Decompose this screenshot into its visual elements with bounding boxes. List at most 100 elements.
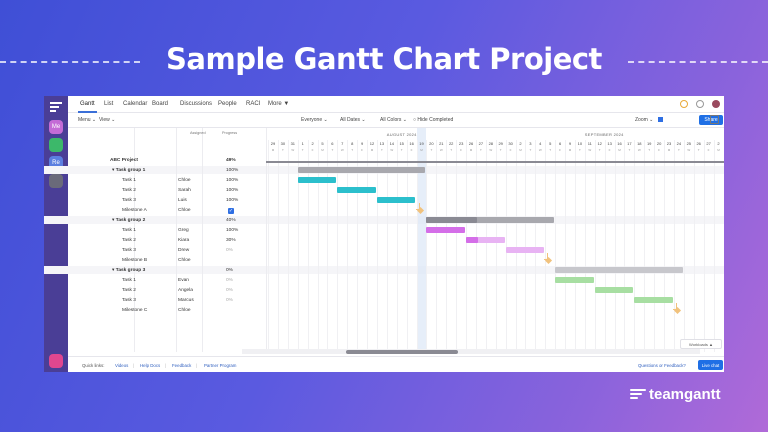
task-bar[interactable] [555,267,683,273]
workloads-button[interactable]: Workloads ▲ [680,339,722,349]
task-name[interactable]: Task 1 [122,228,136,233]
task-name[interactable]: Task 3 [122,198,136,203]
weekday-label: M [568,148,572,152]
footer-link-videos[interactable]: Videos [115,363,128,368]
day-gridline [426,140,428,352]
day-gridline [654,140,656,352]
task-bar[interactable] [466,237,505,243]
assignee[interactable]: Marcus [178,298,194,303]
rail-expand-icon[interactable] [49,354,63,368]
task-name[interactable]: Task 3 [122,298,136,303]
weekday-label: T [331,148,334,152]
day-label: 31 [290,141,296,146]
task-name[interactable]: Task 2 [122,188,136,193]
task-name[interactable]: Task 2 [122,288,136,293]
weekday-label: F [707,148,710,152]
day-gridline [268,140,269,352]
hide-completed-toggle[interactable]: ○ Hide Completed [413,117,453,123]
tab-raci[interactable]: RACI [246,101,260,107]
footer-link-feedback[interactable]: Feedback [172,363,191,368]
tab-calendar[interactable]: Calendar [123,101,147,107]
scrollbar-thumb[interactable] [346,349,458,354]
day-gridline [634,140,636,352]
clock-icon[interactable] [680,100,688,108]
weekday-label: M [321,148,324,152]
day-label: 29 [270,141,276,146]
day-label: 28 [488,141,494,146]
task-bar[interactable] [337,187,376,193]
assignee[interactable]: Kiara [178,238,189,243]
task-name[interactable]: Task 1 [122,178,136,183]
milestone-complete-checkbox[interactable]: ✓ [228,208,234,214]
task-bar[interactable] [634,297,673,303]
task-group-name[interactable]: ▾ Task group 1 [112,168,145,173]
task-bar[interactable] [376,197,416,203]
project-name[interactable]: ABC Project [110,158,138,163]
milestone-name[interactable]: Milestone C [122,308,147,313]
view-dropdown[interactable]: View ⌄ [99,117,115,123]
task-bar-progress [466,237,478,243]
task-name[interactable]: Task 1 [122,278,136,283]
task-name[interactable]: Task 2 [122,238,136,243]
everyone-filter[interactable]: Everyone ⌄ [301,117,328,123]
all-dates-filter[interactable]: All Dates ⌄ [340,117,366,123]
task-bar[interactable] [426,227,465,233]
milestone-name[interactable]: Milestone B [122,258,147,263]
tab-more[interactable]: More ▼ [268,101,289,107]
color-swatch-icon[interactable] [658,117,663,122]
assignee[interactable]: Sarah [178,188,191,193]
footer-link-partner-program[interactable]: Partner Program [204,363,236,368]
tab-people[interactable]: People [218,101,237,107]
horizontal-scrollbar[interactable] [242,349,700,354]
assignee[interactable]: Chloe [178,208,191,213]
task-bar[interactable] [505,247,545,253]
user-avatar[interactable] [712,100,720,108]
rail-chat-icon[interactable] [49,138,63,152]
task-group-name[interactable]: ▾ Task group 2 [112,218,145,223]
menu-dropdown[interactable]: Menu ⌄ [78,117,96,123]
weekday-label: M [271,148,275,152]
assignee[interactable]: Chloe [178,308,191,313]
tab-gantt[interactable]: Gantt [78,101,97,113]
tab-list[interactable]: List [104,101,113,107]
milestone-name[interactable]: Milestone A [122,208,147,213]
all-colors-filter[interactable]: All Colors ⌄ [380,117,407,123]
day-label: 21 [439,141,444,146]
teamgantt-logo-icon [630,389,646,400]
zoom-dropdown[interactable]: Zoom ⌄ [635,117,653,123]
print-icon[interactable] [710,115,719,124]
assignee[interactable]: Drew [178,248,189,253]
task-group-name[interactable]: ▾ Task group 3 [112,268,145,273]
assignee[interactable]: Luis [178,198,187,203]
questions-feedback-link[interactable]: Questions or Feedback? [638,363,686,368]
help-icon[interactable] [696,100,704,108]
task-bar[interactable] [297,177,337,183]
assignee[interactable]: Chloe [178,258,191,263]
assignee[interactable]: Chloe [178,178,191,183]
assignee[interactable]: Evan [178,278,189,283]
task-bar[interactable] [594,287,634,293]
decorative-dash-left [0,61,140,63]
tab-discussions[interactable]: Discussions [180,101,212,107]
tab-board[interactable]: Board [152,101,168,107]
task-progress: 0% [226,248,233,253]
day-gridline [475,140,477,352]
assignee[interactable]: Angela [178,288,193,293]
rail-my-projects[interactable]: Me [49,120,63,134]
assignee[interactable]: Greg [178,228,189,233]
left-rail: Me Re [44,96,68,372]
task-bar[interactable] [297,167,426,173]
task-bar[interactable] [555,277,594,283]
footer-separator: | [196,363,198,368]
day-label: 1 [301,141,304,146]
footer-link-help-docs[interactable]: Help Docs [140,363,160,368]
menu-logo-icon[interactable] [50,102,62,112]
day-label: 13 [607,141,612,146]
live-chat-button[interactable]: Live chat [698,360,723,370]
task-bar[interactable] [426,217,555,223]
task-name[interactable]: Task 3 [122,248,136,253]
weekday-label: W [637,148,641,152]
weekday-label: F [311,148,314,152]
rail-search-icon[interactable] [49,174,63,188]
weekday-label: F [509,148,512,152]
